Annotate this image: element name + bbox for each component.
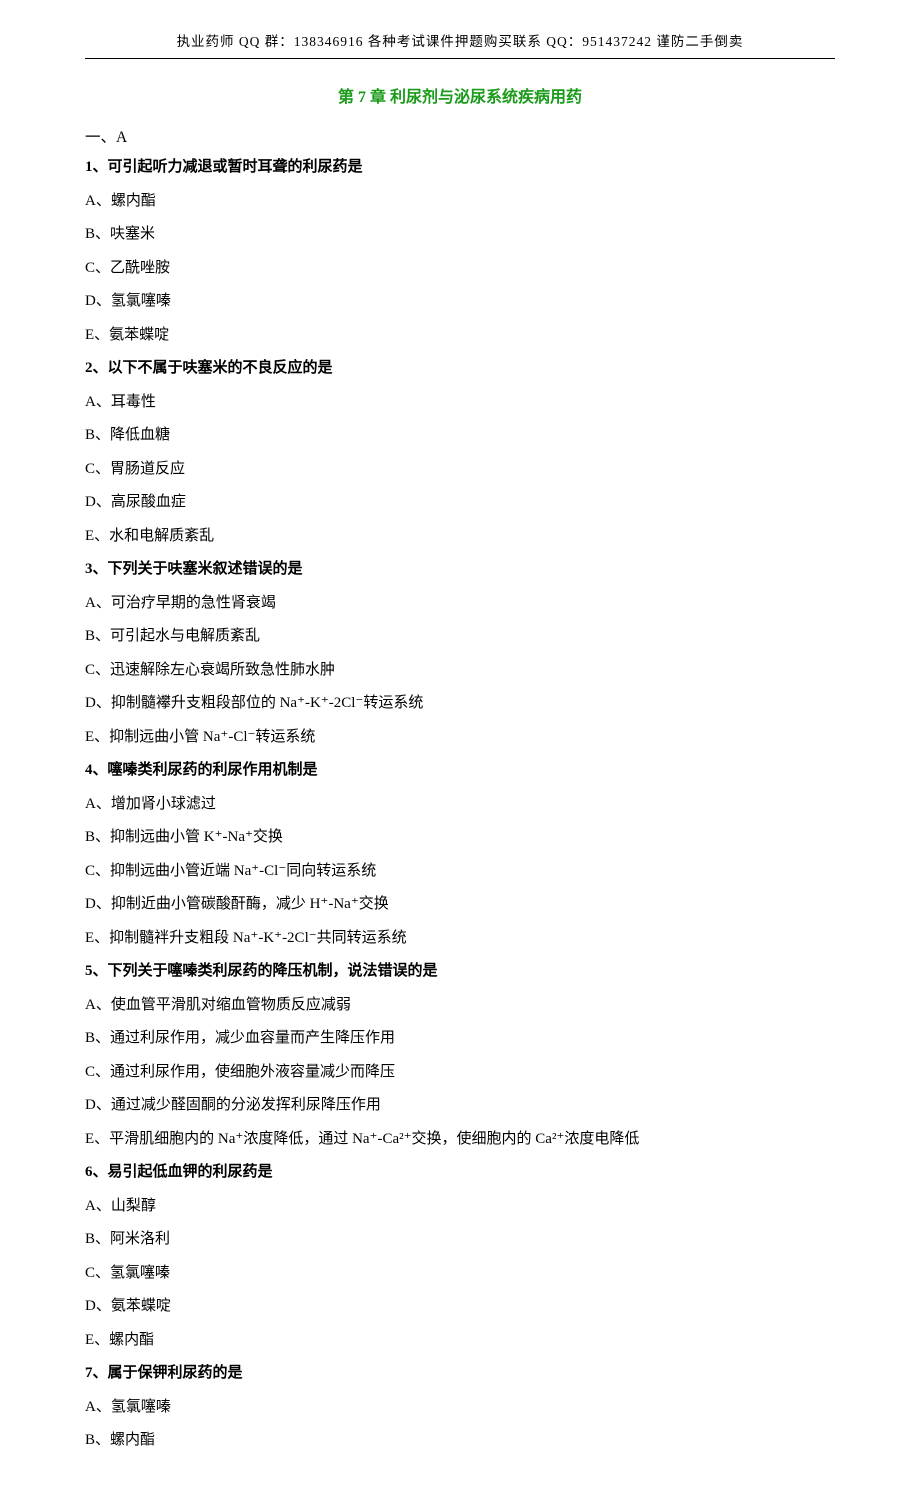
question-stem: 3、下列关于呋塞米叙述错误的是 [85, 557, 835, 583]
option: C、胃肠道反应 [85, 457, 835, 483]
option: A、增加肾小球滤过 [85, 792, 835, 818]
option: E、氨苯蝶啶 [85, 323, 835, 349]
page-header: 执业药师 QQ 群：138346916 各种考试课件押题购买联系 QQ：9514… [85, 30, 835, 50]
question-stem: 6、易引起低血钾的利尿药是 [85, 1160, 835, 1186]
option: A、耳毒性 [85, 390, 835, 416]
option: C、迅速解除左心衰竭所致急性肺水肿 [85, 658, 835, 684]
option: A、使血管平滑肌对缩血管物质反应减弱 [85, 993, 835, 1019]
option: A、螺内酯 [85, 189, 835, 215]
option: E、平滑肌细胞内的 Na⁺浓度降低，通过 Na⁺-Ca²⁺交换，使细胞内的 Ca… [85, 1127, 835, 1153]
option: C、通过利尿作用，使细胞外液容量减少而降压 [85, 1060, 835, 1086]
option: B、通过利尿作用，减少血容量而产生降压作用 [85, 1026, 835, 1052]
header-rule [85, 58, 835, 59]
option: E、螺内酯 [85, 1328, 835, 1354]
option: C、乙酰唑胺 [85, 256, 835, 282]
option: A、可治疗早期的急性肾衰竭 [85, 591, 835, 617]
option: D、抑制近曲小管碳酸酐酶，减少 H⁺-Na⁺交换 [85, 892, 835, 918]
option: B、螺内酯 [85, 1428, 835, 1454]
option: B、降低血糖 [85, 423, 835, 449]
option: D、抑制髓襻升支粗段部位的 Na⁺-K⁺-2Cl⁻转运系统 [85, 691, 835, 717]
option: E、水和电解质紊乱 [85, 524, 835, 550]
option: B、抑制远曲小管 K⁺-Na⁺交换 [85, 825, 835, 851]
option: B、呋塞米 [85, 222, 835, 248]
option: C、氢氯噻嗪 [85, 1261, 835, 1287]
option: A、山梨醇 [85, 1194, 835, 1220]
option: D、氨苯蝶啶 [85, 1294, 835, 1320]
chapter-title: 第 7 章 利尿剂与泌尿系统疾病用药 [85, 83, 835, 107]
question-stem: 7、属于保钾利尿药的是 [85, 1361, 835, 1387]
option: B、可引起水与电解质紊乱 [85, 624, 835, 650]
questions-container: 1、可引起听力减退或暂时耳聋的利尿药是 A、螺内酯 B、呋塞米 C、乙酰唑胺 D、氢氯噻… [85, 155, 835, 1454]
option: B、阿米洛利 [85, 1227, 835, 1253]
option: D、通过减少醛固酮的分泌发挥利尿降压作用 [85, 1093, 835, 1119]
question-stem: 2、以下不属于呋塞米的不良反应的是 [85, 356, 835, 382]
option: A、氢氯噻嗪 [85, 1395, 835, 1421]
option: E、抑制远曲小管 Na⁺-Cl⁻转运系统 [85, 725, 835, 751]
question-stem: 5、下列关于噻嗪类利尿药的降压机制，说法错误的是 [85, 959, 835, 985]
question-stem: 4、噻嗪类利尿药的利尿作用机制是 [85, 758, 835, 784]
question-stem: 1、可引起听力减退或暂时耳聋的利尿药是 [85, 155, 835, 181]
option: D、高尿酸血症 [85, 490, 835, 516]
option: D、氢氯噻嗪 [85, 289, 835, 315]
section-label: 一、A [85, 125, 835, 147]
option: C、抑制远曲小管近端 Na⁺-Cl⁻同向转运系统 [85, 859, 835, 885]
option: E、抑制髓袢升支粗段 Na⁺-K⁺-2Cl⁻共同转运系统 [85, 926, 835, 952]
